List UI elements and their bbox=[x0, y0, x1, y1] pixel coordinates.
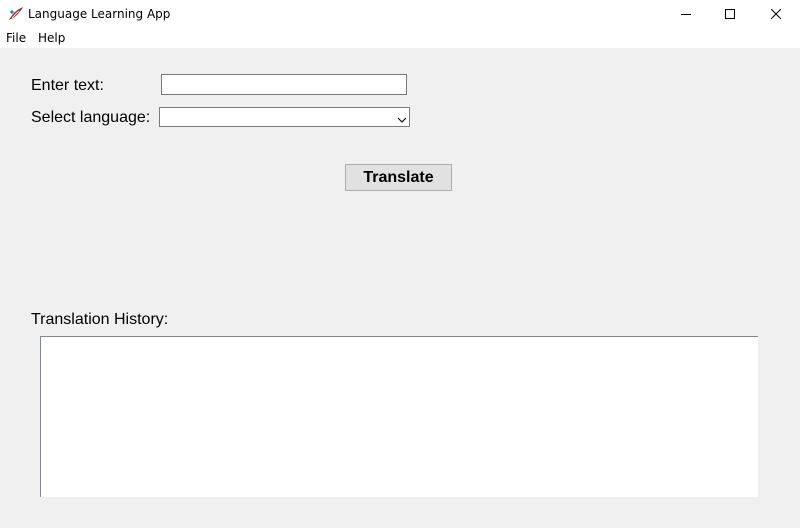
title-bar: Language Learning App bbox=[0, 0, 800, 28]
translation-history-label: Translation History: bbox=[31, 311, 169, 328]
close-button[interactable] bbox=[753, 0, 799, 28]
maximize-button[interactable] bbox=[707, 0, 753, 28]
menu-file[interactable]: File bbox=[6, 31, 26, 45]
text-input[interactable] bbox=[161, 74, 407, 95]
window-title: Language Learning App bbox=[28, 7, 171, 21]
translation-history-list[interactable] bbox=[40, 336, 758, 497]
chevron-down-icon bbox=[397, 112, 407, 123]
language-select[interactable] bbox=[159, 107, 410, 127]
enter-text-label: Enter text: bbox=[31, 77, 104, 94]
menu-bar: File Help bbox=[0, 28, 800, 49]
close-icon bbox=[771, 9, 781, 19]
select-language-label: Select language: bbox=[31, 109, 151, 126]
maximize-icon bbox=[725, 9, 735, 19]
minimize-icon bbox=[681, 9, 691, 19]
feather-quill-icon bbox=[8, 7, 24, 21]
translate-button[interactable]: Translate bbox=[345, 164, 452, 191]
menu-help[interactable]: Help bbox=[38, 31, 65, 45]
minimize-button[interactable] bbox=[663, 0, 709, 28]
